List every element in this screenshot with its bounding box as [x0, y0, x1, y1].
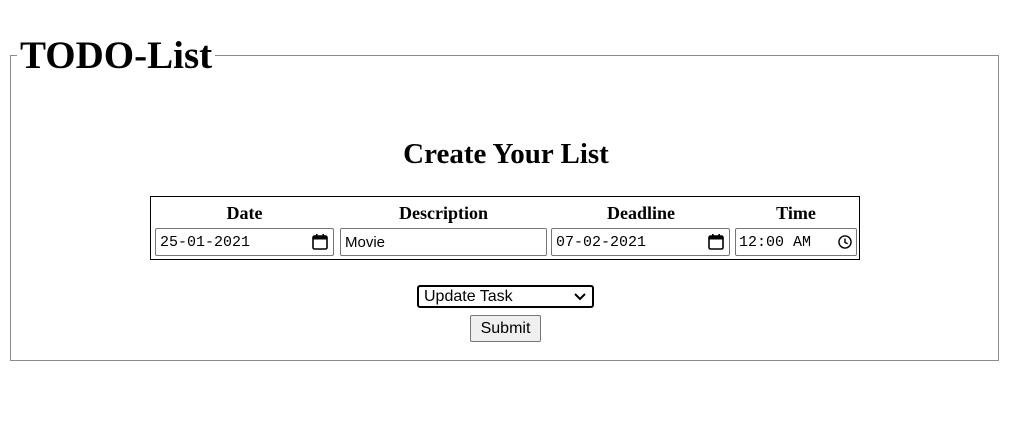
time-input-value: 12:00 AM	[739, 233, 812, 251]
description-input-value: Movie	[345, 233, 386, 251]
action-select[interactable]: Update Task	[417, 285, 594, 308]
page-subtitle: Create Your List	[403, 138, 609, 170]
clock-icon[interactable]	[837, 234, 853, 250]
submit-button[interactable]: Submit	[470, 315, 541, 342]
action-select-value: Update Task	[424, 287, 513, 305]
calendar-icon[interactable]	[311, 233, 329, 251]
column-header-date: Date	[226, 203, 263, 223]
column-header-description: Description	[399, 203, 488, 223]
column-header-deadline: Deadline	[606, 203, 675, 223]
fieldset-legend: TODO-List	[17, 34, 216, 78]
deadline-input-value: 07-02-2021	[556, 233, 647, 251]
date-input-value: 25-01-2021	[160, 233, 251, 251]
date-input[interactable]: 25-01-2021	[155, 228, 334, 256]
calendar-icon[interactable]	[707, 233, 725, 251]
time-input[interactable]: 12:00 AM	[735, 228, 857, 256]
task-form-table: Date Description Deadline Time 25-01-202…	[150, 196, 860, 260]
column-header-time: Time	[776, 203, 816, 223]
deadline-input[interactable]: 07-02-2021	[551, 228, 730, 256]
chevron-down-icon	[574, 292, 586, 300]
description-input[interactable]: Movie	[340, 228, 547, 256]
